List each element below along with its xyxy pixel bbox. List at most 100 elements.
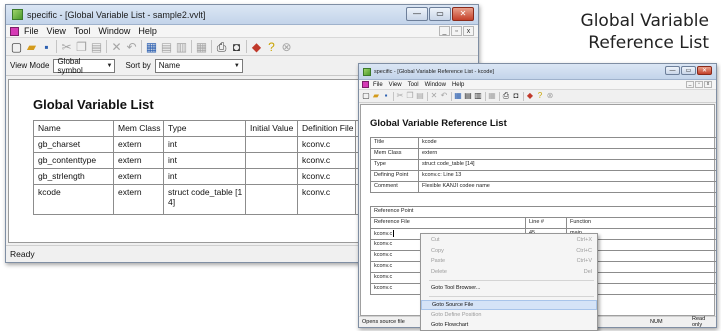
toolbar: ▢ ▰ ▪ ✂ ❐ ▤ ✕ ↶ ▦ ▤ ▥ ▦ ⎙ ◘ ◆ ? ⊗ [6, 38, 478, 56]
toolbar-separator [450, 91, 452, 101]
menu-window[interactable]: Window [425, 82, 446, 88]
toolbar-separator [522, 91, 524, 101]
view-mode-value: Global symbol [57, 56, 83, 75]
tool-browser-icon[interactable]: ◆ [525, 91, 535, 101]
info-label: Title [370, 137, 419, 149]
print-icon[interactable]: ⎙ [214, 39, 229, 54]
menu-item-copy[interactable]: Copy Ctrl+C [421, 246, 597, 257]
mdi-close-button[interactable]: x [704, 81, 712, 88]
document-view-icon[interactable]: ▤ [159, 39, 174, 54]
copy-icon[interactable]: ❐ [405, 91, 415, 101]
menu-item-goto-source-file[interactable]: Goto Source File [421, 299, 597, 310]
column-header[interactable]: Reference File [370, 217, 526, 229]
menu-help[interactable]: Help [138, 26, 157, 36]
column-header[interactable]: Line # [525, 217, 567, 229]
minimize-button[interactable]: — [406, 7, 428, 21]
chart-icon[interactable]: ▦ [453, 91, 463, 101]
window-title: specific - [Global Variable List - sampl… [27, 9, 206, 20]
view-mode-select[interactable]: Global symbol ▼ [53, 56, 116, 75]
document-icon[interactable] [10, 26, 19, 36]
mdi-close-button[interactable]: x [463, 26, 474, 36]
cell-definition-file: kconv.c [297, 152, 356, 169]
chart-icon[interactable]: ▦ [144, 39, 159, 54]
document-list-icon[interactable]: ▥ [174, 39, 189, 54]
delete-icon[interactable]: ✕ [109, 39, 124, 54]
menu-item-label: Goto Tool Browser... [431, 285, 481, 292]
sort-by-value: Name [158, 61, 181, 70]
grid-icon[interactable]: ▦ [194, 39, 209, 54]
column-header[interactable]: Name [33, 120, 114, 137]
undo-icon[interactable]: ↶ [124, 39, 139, 54]
menu-item-goto-define-position[interactable]: Goto Define Position [421, 310, 597, 321]
new-file-icon[interactable]: ▢ [361, 91, 371, 101]
chevron-down-icon: ▼ [106, 62, 113, 69]
paste-icon[interactable]: ▤ [89, 39, 104, 54]
app-icon [363, 67, 371, 76]
column-header[interactable]: Mem Class [113, 120, 164, 137]
info-label: Mem Class [370, 148, 419, 160]
menu-window[interactable]: Window [98, 26, 130, 36]
column-header[interactable]: Function [566, 217, 716, 229]
copy-icon[interactable]: ❐ [74, 39, 89, 54]
menu-item-label: Goto Define Position [431, 311, 482, 318]
menu-item-goto-tool-browser[interactable]: Goto Tool Browser... [421, 283, 597, 294]
menu-help[interactable]: Help [452, 82, 464, 88]
menu-item-delete[interactable]: Delete Del [421, 267, 597, 278]
undo-icon[interactable]: ↶ [439, 91, 449, 101]
title-bar[interactable]: specific - [Global Variable List - sampl… [6, 5, 478, 25]
print-preview-icon[interactable]: ◘ [511, 91, 521, 101]
menu-view[interactable]: View [47, 26, 66, 36]
close-button[interactable]: ✕ [452, 7, 474, 21]
column-header[interactable]: Initial Value [245, 120, 298, 137]
menu-item-goto-flowchart[interactable]: Goto Flowchart [421, 320, 597, 331]
help-icon[interactable]: ? [535, 91, 545, 101]
cell-type-wrap: 4] [168, 197, 176, 207]
help-icon[interactable]: ? [264, 39, 279, 54]
menu-item-cut[interactable]: Cut Ctrl+X [421, 235, 597, 246]
mdi-maximize-button[interactable]: ▫ [451, 26, 462, 36]
open-folder-icon[interactable]: ▰ [24, 39, 39, 54]
stop-icon[interactable]: ⊗ [545, 91, 555, 101]
sort-by-label: Sort by [125, 61, 151, 70]
stop-icon[interactable]: ⊗ [279, 39, 294, 54]
cut-icon[interactable]: ✂ [395, 91, 405, 101]
cut-icon[interactable]: ✂ [59, 39, 74, 54]
menu-view[interactable]: View [389, 82, 402, 88]
menu-tool[interactable]: Tool [408, 82, 419, 88]
column-header[interactable]: Type [163, 120, 246, 137]
document-list-icon[interactable]: ▥ [473, 91, 483, 101]
minimize-button[interactable]: — [665, 66, 680, 75]
save-icon[interactable]: ▪ [381, 91, 391, 101]
delete-icon[interactable]: ✕ [429, 91, 439, 101]
document-icon[interactable] [362, 81, 369, 88]
tool-browser-icon[interactable]: ◆ [249, 39, 264, 54]
print-icon[interactable]: ⎙ [501, 91, 511, 101]
close-button[interactable]: ✕ [697, 66, 712, 75]
mdi-minimize-button[interactable]: _ [686, 81, 694, 88]
title-bar[interactable]: specific - [Global Variable Reference Li… [359, 64, 716, 80]
info-label: Type [370, 159, 419, 171]
menu-file[interactable]: File [373, 82, 383, 88]
new-file-icon[interactable]: ▢ [9, 39, 24, 54]
column-header[interactable]: Definition File [297, 120, 356, 137]
maximize-button[interactable]: ▭ [429, 7, 451, 21]
menu-item-paste[interactable]: Paste Ctrl+V [421, 256, 597, 267]
maximize-button[interactable]: ▭ [681, 66, 696, 75]
paste-icon[interactable]: ▤ [415, 91, 425, 101]
menu-file[interactable]: File [24, 26, 39, 36]
slide-title: Global Variable Reference List [581, 10, 709, 54]
cell-mem-class: extern [113, 136, 164, 153]
cell-name: gb_strlength [33, 168, 114, 185]
document-view-icon[interactable]: ▤ [463, 91, 473, 101]
print-preview-icon[interactable]: ◘ [229, 39, 244, 54]
grid-icon[interactable]: ▦ [487, 91, 497, 101]
variable-info-table: Title kcode Mem Class extern Type struct… [370, 137, 716, 193]
status-text: Ready [10, 249, 35, 259]
open-folder-icon[interactable]: ▰ [371, 91, 381, 101]
info-value: extern [418, 148, 716, 160]
mdi-maximize-button[interactable]: ▫ [695, 81, 703, 88]
mdi-minimize-button[interactable]: _ [439, 26, 450, 36]
sort-by-select[interactable]: Name ▼ [154, 58, 243, 73]
save-icon[interactable]: ▪ [39, 39, 54, 54]
menu-tool[interactable]: Tool [74, 26, 91, 36]
